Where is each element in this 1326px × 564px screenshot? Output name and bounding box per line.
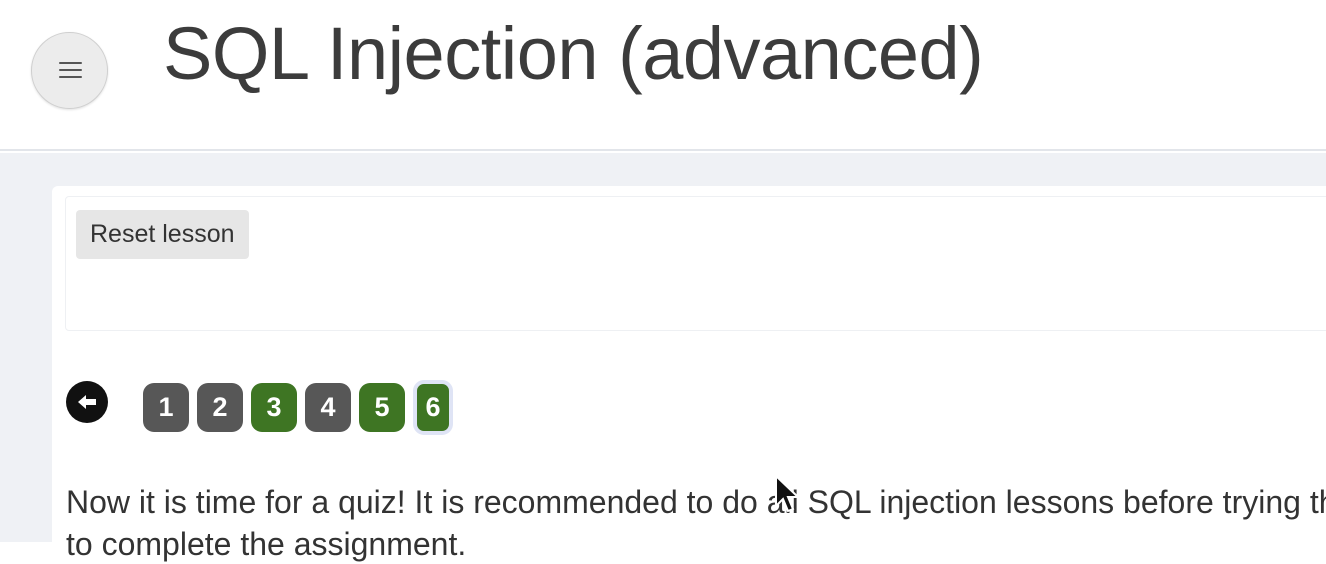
lesson-intro-text-continued: to complete the assignment. [66,526,467,562]
lesson-intro-text: Now it is time for a quiz! It is recomme… [66,484,1326,520]
page-button-6[interactable]: 6 [413,380,453,435]
menu-toggle-button[interactable] [31,32,108,109]
hamburger-icon [59,62,82,79]
arrow-left-icon[interactable] [66,381,108,423]
page-title: SQL Injection (advanced) [163,12,984,95]
page-button-5[interactable]: 5 [359,383,405,432]
page-button-1[interactable]: 1 [143,383,189,432]
main-content: Reset lesson 123456 Now it is time for a… [0,153,1326,562]
page-header: SQL Injection (advanced) [0,0,1326,151]
page-button-4[interactable]: 4 [305,383,351,432]
lesson-controls: Reset lesson [65,196,1326,331]
page-button-3[interactable]: 3 [251,383,297,432]
mouse-cursor-icon [775,474,800,513]
reset-lesson-button[interactable]: Reset lesson [76,210,249,259]
page-button-2[interactable]: 2 [197,383,243,432]
page-buttons: 123456 [143,380,453,435]
lesson-page-navigation: 123456 [66,380,566,441]
lesson-panel: Reset lesson 123456 Now it is time for a… [52,186,1326,562]
